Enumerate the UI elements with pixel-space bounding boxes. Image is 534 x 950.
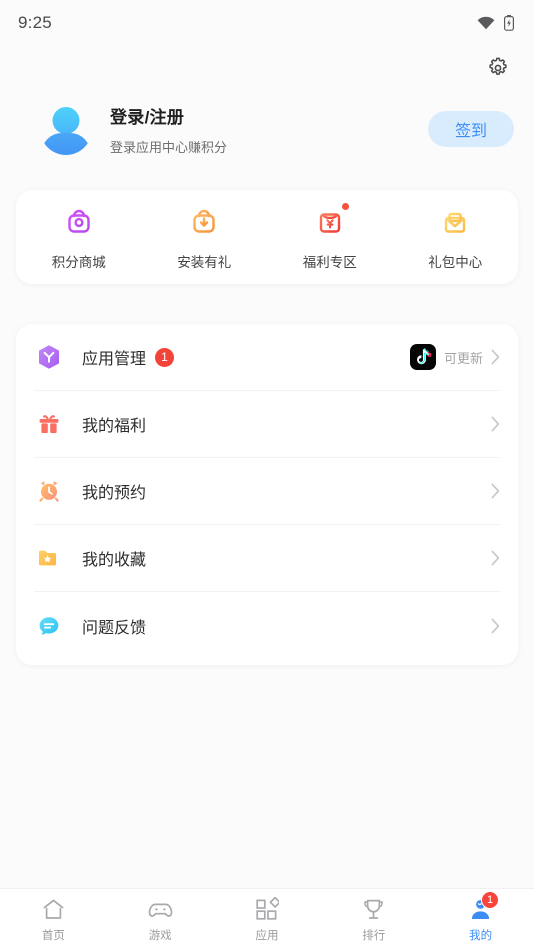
profile-row[interactable]: 登录/注册 登录应用中心赚积分 签到: [20, 90, 514, 168]
status-icons: [477, 15, 514, 31]
gift-box-icon: [34, 409, 64, 439]
nav-item-games[interactable]: 游戏: [107, 896, 214, 943]
quick-action-label: 礼包中心: [428, 254, 483, 270]
update-status-text: 可更新: [443, 350, 483, 366]
avatar-body: [41, 133, 91, 155]
menu-label: 我的福利: [82, 418, 147, 435]
points-mall-bag-icon: [63, 204, 95, 240]
profile-text-block: 登录/注册 登录应用中心赚积分: [110, 103, 428, 156]
menu-label: 问题反馈: [82, 619, 147, 637]
menu-row-right: [491, 483, 500, 499]
gear-icon[interactable]: [486, 56, 510, 80]
home-icon: [41, 896, 66, 922]
quick-action-gift-center[interactable]: 礼包中心: [393, 204, 519, 271]
quick-action-points-mall[interactable]: 积分商城: [16, 204, 142, 271]
profile-nav-badge: 1: [481, 891, 500, 909]
profile-person-icon: 1: [468, 891, 500, 922]
menu-row-my-welfare[interactable]: 我的福利: [34, 391, 500, 458]
gear-row: [20, 46, 514, 90]
trophy-icon: [361, 896, 386, 922]
quick-action-label: 积分商城: [51, 254, 106, 270]
bottom-navigation: 首页 游戏 应用 排行 1 我的: [0, 888, 534, 950]
folder-star-icon: [34, 543, 64, 573]
gift-pack-box-icon: [439, 204, 471, 240]
nav-item-home[interactable]: 首页: [0, 896, 107, 943]
app-manage-hexagon-icon: [34, 342, 64, 372]
nav-label: 应用: [255, 930, 279, 942]
nav-label: 排行: [362, 930, 386, 942]
red-envelope-yuan-icon: [314, 202, 349, 240]
nav-item-profile[interactable]: 1 我的: [427, 891, 534, 943]
quick-actions-card: 积分商城 安装有礼 福利专区 礼包中心: [16, 190, 518, 284]
tiktok-icon: [409, 344, 436, 370]
avatar[interactable]: [40, 103, 92, 155]
chevron-right-icon: [491, 550, 500, 566]
quick-action-label: 福利专区: [302, 254, 357, 270]
quick-action-install-gift[interactable]: 安装有礼: [142, 204, 268, 271]
battery-icon: [504, 15, 514, 31]
nav-label: 我的: [469, 930, 493, 942]
signin-button[interactable]: 签到: [428, 111, 514, 147]
gamepad-icon: [147, 896, 174, 922]
menu-row-right: [491, 618, 500, 634]
feedback-bubble-icon: [34, 611, 64, 641]
menu-label: 我的预约: [82, 485, 147, 502]
menu-row-feedback[interactable]: 问题反馈: [34, 592, 500, 659]
nav-label: 首页: [41, 930, 65, 942]
menu-row-my-reservation[interactable]: 我的预约: [34, 458, 500, 525]
chevron-right-icon: [491, 349, 500, 365]
menu-row-my-favorites[interactable]: 我的收藏: [34, 525, 500, 592]
menu-row-right: [491, 416, 500, 432]
nav-item-apps[interactable]: 应用: [214, 896, 321, 943]
chevron-right-icon: [491, 483, 500, 499]
profile-header: 登录/注册 登录应用中心赚积分 签到: [0, 46, 534, 168]
apps-grid-icon: [254, 896, 280, 922]
menu-row-right: [491, 550, 500, 566]
menu-card: 应用管理 1 可更新 我的福利 我的预约 我的收藏 问题反馈: [16, 324, 518, 665]
menu-label: 应用管理: [82, 351, 147, 368]
status-bar: 9:25: [0, 0, 534, 46]
status-time: 9:25: [18, 13, 52, 32]
chevron-right-icon: [491, 618, 500, 633]
menu-label: 我的收藏: [82, 552, 147, 569]
app-manage-badge: 1: [155, 347, 175, 367]
nav-label: 游戏: [148, 930, 172, 942]
alarm-clock-icon: [34, 476, 64, 506]
wifi-icon: [477, 16, 495, 30]
avatar-head: [52, 107, 80, 134]
nav-item-ranking[interactable]: 排行: [320, 896, 427, 943]
menu-row-right: 可更新: [409, 344, 500, 370]
welfare-dot-badge: [341, 202, 349, 210]
profile-subtitle: 登录应用中心赚积分: [110, 139, 228, 155]
quick-action-welfare-zone[interactable]: 福利专区: [267, 202, 393, 271]
profile-title: 登录/注册: [110, 107, 185, 127]
install-gift-bag-icon: [188, 204, 220, 240]
quick-action-label: 安装有礼: [177, 254, 232, 270]
chevron-right-icon: [491, 416, 500, 432]
menu-row-app-manage[interactable]: 应用管理 1 可更新: [34, 324, 500, 391]
